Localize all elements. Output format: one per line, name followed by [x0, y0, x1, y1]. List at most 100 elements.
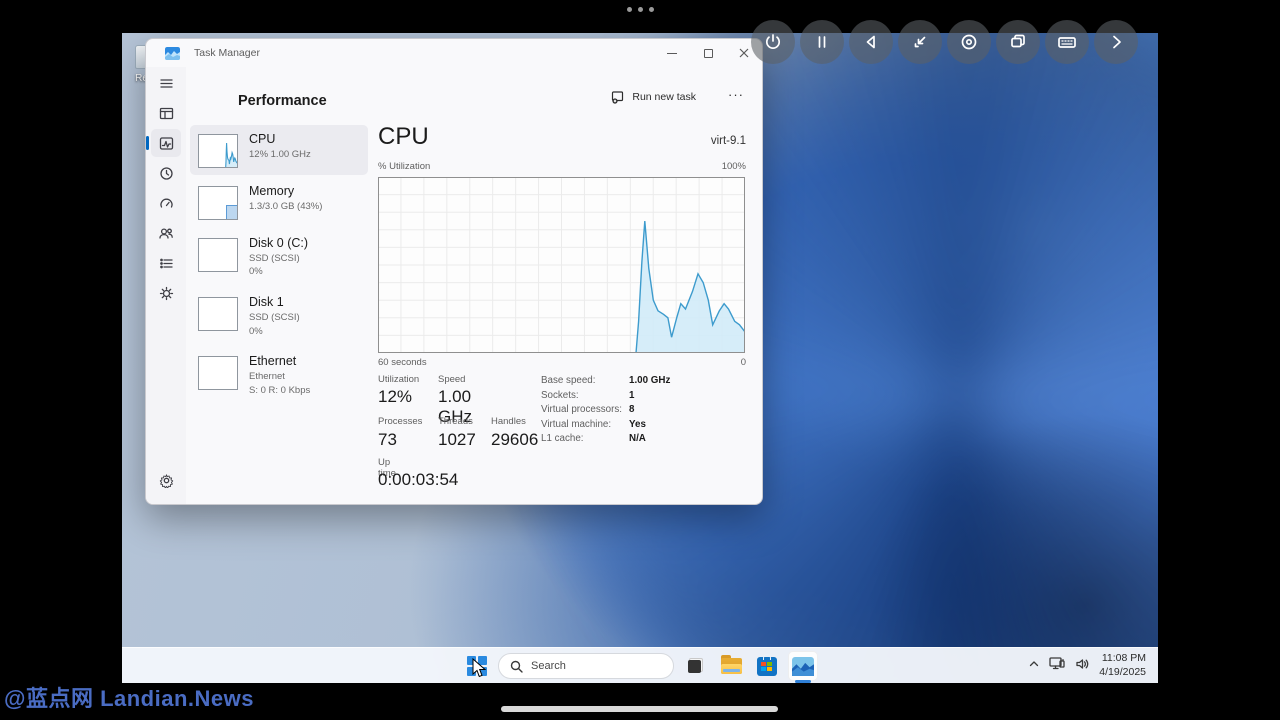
clock[interactable]: 11:08 PM 4/19/2025	[1099, 652, 1146, 679]
keyboard-button[interactable]	[1045, 20, 1089, 64]
list-item-disk0[interactable]: Disk 0 (C:) SSD (SCSI) 0%	[190, 229, 368, 286]
device-sub: 1.3/3.0 GB (43%)	[249, 200, 323, 212]
run-new-task-icon	[612, 91, 624, 104]
memory-mini-chart	[198, 186, 238, 220]
pause-button[interactable]	[800, 20, 844, 64]
microsoft-store-button[interactable]	[752, 651, 782, 681]
device-sub: SSD (SCSI)	[249, 252, 300, 264]
content-header: Performance Run new task ···	[186, 67, 762, 117]
device-name: Memory	[249, 184, 295, 198]
list-item-cpu[interactable]: CPU 12% 1.00 GHz	[190, 125, 368, 175]
settings-button[interactable]	[151, 466, 181, 494]
spec-value: Yes	[629, 418, 646, 430]
list-item-disk1[interactable]: Disk 1 SSD (SCSI) 0%	[190, 288, 368, 345]
stat-value-threads: 1027	[438, 430, 476, 449]
axis-label-100: 100%	[721, 161, 746, 172]
spec-value: 1	[629, 389, 635, 401]
stat-label: Processes	[378, 416, 423, 427]
watermark-text: @蓝点网 Landian.News	[4, 686, 254, 711]
spec-label: Base speed:	[541, 375, 596, 386]
page-title: Performance	[238, 93, 327, 109]
windows-switch-button[interactable]	[996, 20, 1040, 64]
network-icon[interactable]	[1049, 656, 1066, 676]
device-name: CPU	[249, 132, 276, 146]
nav-app-history[interactable]	[151, 159, 181, 187]
minimize-button[interactable]	[654, 39, 690, 67]
axis-label-60s: 60 seconds	[378, 357, 427, 368]
device-name: Disk 1	[249, 295, 284, 310]
list-item-ethernet[interactable]: Ethernet Ethernet S: 0 R: 0 Kbps	[190, 347, 368, 404]
device-name: Ethernet	[249, 354, 297, 369]
device-sub2: 0%	[249, 325, 263, 337]
run-new-task-button[interactable]: Run new task	[603, 86, 704, 108]
volume-icon[interactable]	[1075, 657, 1090, 676]
device-sub: 12% 1.00 GHz	[249, 148, 311, 160]
file-explorer-button[interactable]	[716, 651, 746, 681]
spec-label: L1 cache:	[541, 433, 584, 445]
maximize-button[interactable]	[690, 39, 726, 67]
home-indicator-bar[interactable]	[501, 706, 778, 712]
device-sub: SSD (SCSI)	[249, 311, 300, 323]
nav-users[interactable]	[151, 219, 181, 247]
stat-label: Speed	[438, 374, 466, 385]
shrink-button[interactable]	[898, 20, 942, 64]
tray-date: 4/19/2025	[1099, 666, 1146, 678]
more-options-button[interactable]: ···	[722, 85, 750, 104]
spec-label: Sockets:	[541, 389, 579, 401]
disk0-mini-chart	[198, 238, 238, 272]
performance-device-list: CPU 12% 1.00 GHz Memory 1.3/3.0 GB (43%)…	[190, 125, 368, 406]
window-title: Task Manager	[194, 47, 260, 59]
title-bar[interactable]: Task Manager	[146, 39, 762, 67]
spec-label: Virtual processors:	[541, 404, 622, 416]
stat-value-handles: 29606	[491, 430, 539, 449]
task-manager-icon	[792, 656, 814, 676]
cpu-utilization-chart[interactable]	[378, 177, 746, 354]
task-manager-logo-icon	[165, 46, 180, 60]
taskbar: Search 11:08 PM 4/19/2025	[122, 647, 1158, 683]
task-view-icon	[683, 654, 707, 678]
power-button[interactable]	[751, 20, 795, 64]
spec-value: N/A	[629, 433, 646, 445]
search-placeholder: Search	[531, 660, 566, 672]
stat-label: Handles	[491, 416, 526, 427]
cpu-mini-chart	[198, 134, 238, 168]
disc-button[interactable]	[947, 20, 991, 64]
device-sub2: 0%	[249, 266, 263, 278]
vm-control-toolbar	[751, 20, 1138, 64]
stat-label: Threads	[438, 416, 473, 427]
axis-label-utilization: % Utilization	[378, 161, 431, 172]
microsoft-store-icon	[757, 653, 777, 676]
chart-bottom-axis: 60 seconds 0	[378, 357, 746, 368]
task-manager-window[interactable]: Task Manager Performance Run new task ··…	[145, 38, 763, 505]
search-input[interactable]: Search	[498, 653, 674, 679]
uptime-value: 0:00:03:54	[378, 470, 459, 489]
nav-performance[interactable]	[146, 129, 181, 157]
stat-value-utilization: 12%	[378, 387, 413, 406]
axis-label-0: 0	[740, 357, 746, 368]
device-sub: Ethernet	[249, 370, 285, 382]
spec-value: 1.00 GHz	[629, 375, 671, 386]
tray-chevron-up-icon[interactable]	[1028, 657, 1040, 675]
windows-desktop[interactable]: Rec Task Manager Performance Run new tas…	[122, 33, 1158, 683]
hamburger-menu-button[interactable]	[151, 69, 181, 97]
nav-details[interactable]	[151, 249, 181, 277]
cpu-detail-panel: CPU virt-9.1 % Utilization 100% 60 secon…	[374, 117, 748, 504]
nav-services[interactable]	[151, 279, 181, 307]
run-new-task-label: Run new task	[632, 91, 696, 103]
screen-stage: Rec Task Manager Performance Run new tas…	[0, 0, 1280, 720]
stat-label: Utilization	[378, 374, 420, 385]
task-manager-taskbar-button[interactable]	[788, 651, 818, 683]
device-name: Disk 0 (C:)	[249, 236, 309, 250]
forward-button[interactable]	[1094, 20, 1138, 64]
nav-processes[interactable]	[151, 99, 181, 127]
nav-startup-apps[interactable]	[151, 189, 181, 217]
task-view-button[interactable]	[680, 651, 710, 681]
cpu-title: CPU	[378, 123, 429, 150]
ethernet-mini-chart	[198, 356, 238, 391]
device-sub2: S: 0 R: 0 Kbps	[249, 384, 311, 396]
spec-value: 8	[629, 404, 635, 416]
back-button[interactable]	[849, 20, 893, 64]
cpu-device-name: virt-9.1	[710, 135, 746, 147]
list-item-memory[interactable]: Memory 1.3/3.0 GB (43%)	[190, 177, 368, 227]
spec-label: Virtual machine:	[541, 418, 612, 430]
